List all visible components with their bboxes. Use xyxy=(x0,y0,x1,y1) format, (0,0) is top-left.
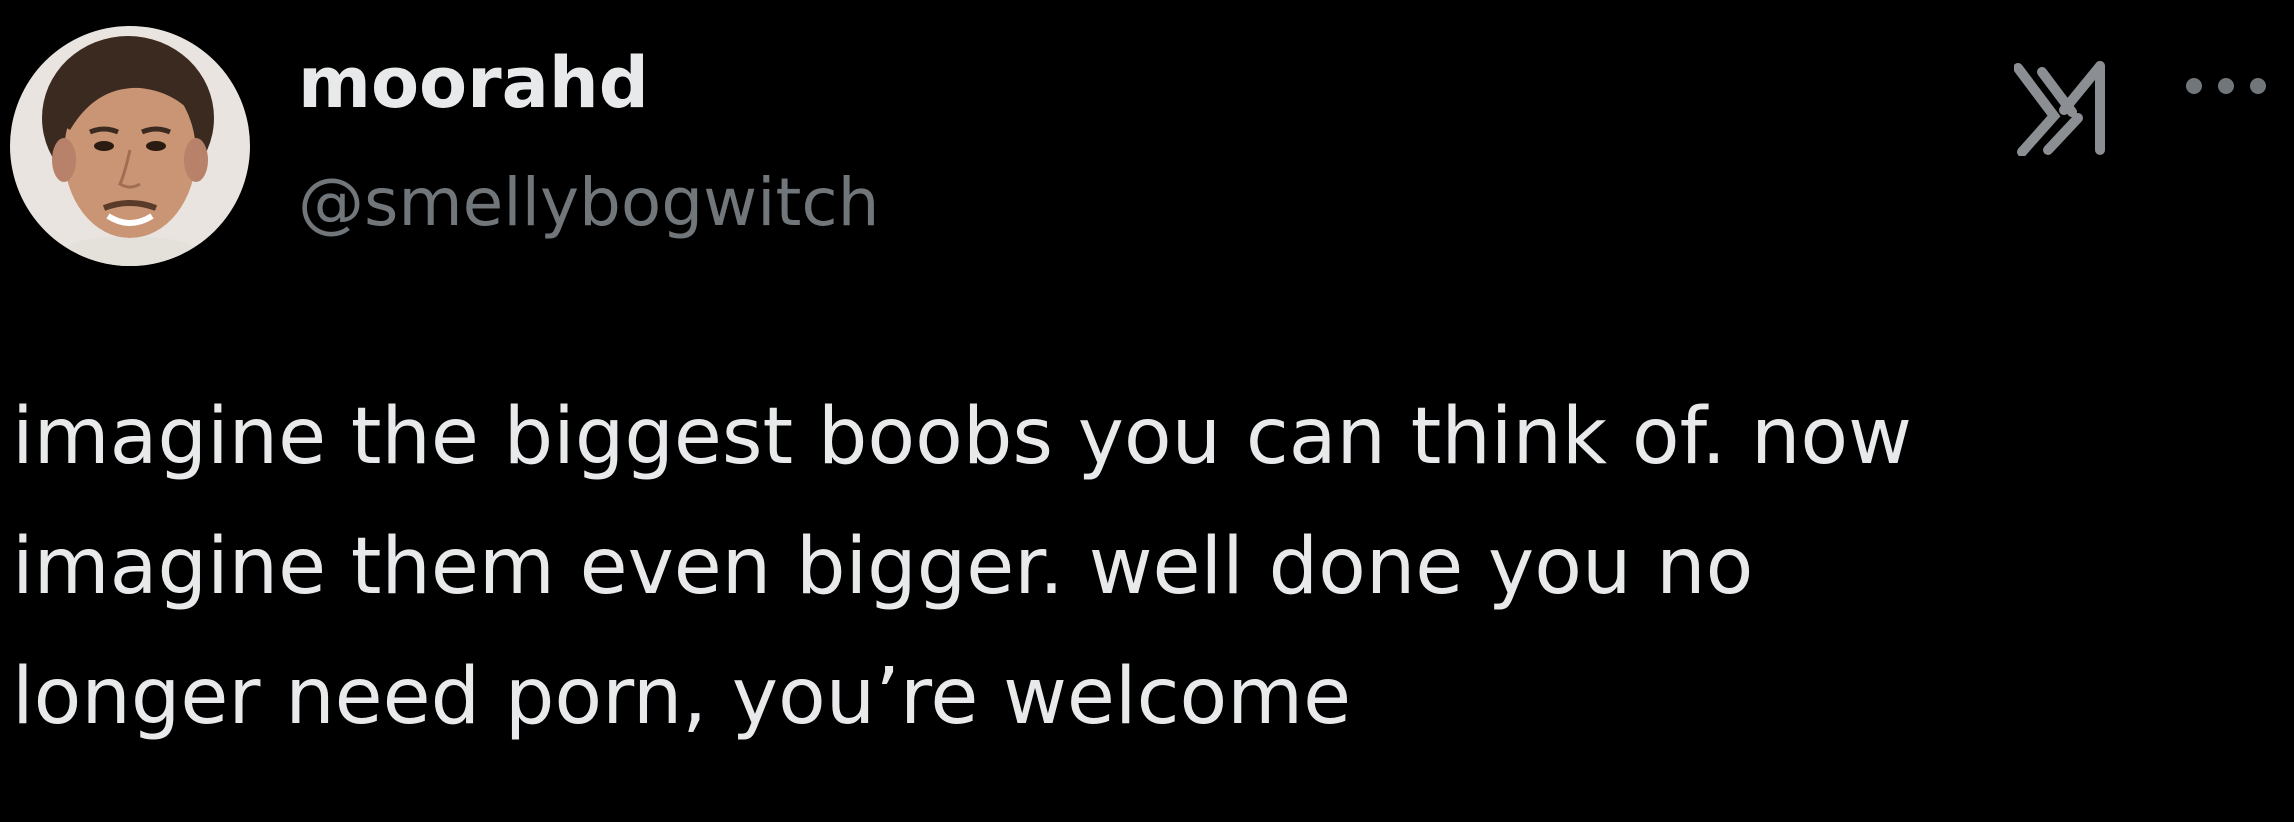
tweet-text: imagine the biggest boobs you can think … xyxy=(12,372,2272,762)
x-logo-icon[interactable] xyxy=(2013,58,2108,157)
tweet-text-line: imagine them even bigger. well done you … xyxy=(12,522,1754,612)
tweet-text-line: imagine the biggest boobs you can think … xyxy=(12,392,1912,482)
tweet-text-line: longer need porn, you’re welcome xyxy=(12,652,1352,742)
more-options-icon[interactable] xyxy=(2180,64,2280,104)
avatar[interactable] xyxy=(10,26,250,266)
tweet-card: moorahd @smellybogwitch imagine the bigg… xyxy=(0,0,2294,822)
user-handle[interactable]: @smellybogwitch xyxy=(298,158,880,248)
avatar-photo-icon xyxy=(10,26,250,266)
display-name[interactable]: moorahd xyxy=(298,38,649,128)
